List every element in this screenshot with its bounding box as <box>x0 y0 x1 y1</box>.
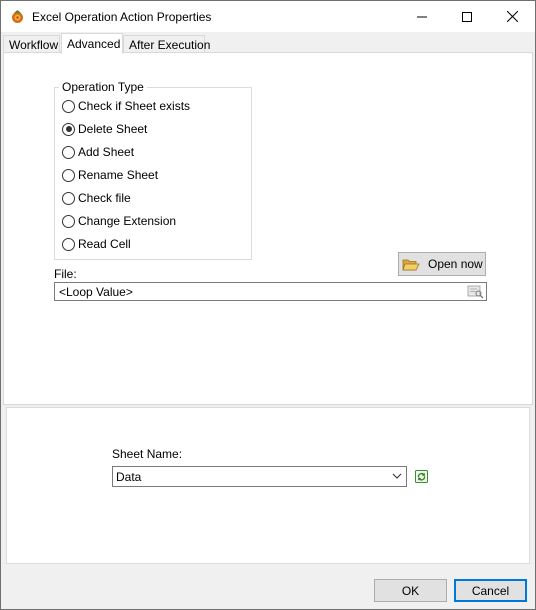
radio-button[interactable] <box>62 145 75 159</box>
file-value: <Loop Value> <box>59 285 133 299</box>
chevron-down-icon[interactable] <box>391 470 403 482</box>
refresh-icon[interactable] <box>414 469 429 484</box>
radio-button[interactable] <box>62 214 75 228</box>
file-input[interactable]: <Loop Value> <box>54 282 487 301</box>
title-bar[interactable]: Excel Operation Action Properties <box>1 1 535 32</box>
radio-label: Add Sheet <box>78 145 135 159</box>
tab-advanced[interactable]: Advanced <box>61 33 123 54</box>
operation-type-legend: Operation Type <box>59 80 147 94</box>
window-title: Excel Operation Action Properties <box>32 10 212 24</box>
radio-label: Delete Sheet <box>78 122 148 136</box>
open-now-button[interactable]: Open now <box>398 252 486 276</box>
radio-read-cell[interactable]: Read Cell <box>62 236 131 252</box>
tab-strip: Workflow Advanced After Execution <box>3 33 533 54</box>
close-button[interactable] <box>490 1 535 32</box>
radio-rename-sheet[interactable]: Rename Sheet <box>62 167 158 183</box>
app-icon <box>12 10 23 23</box>
minimize-icon <box>416 16 427 17</box>
radio-button[interactable] <box>62 99 75 113</box>
radio-label: Rename Sheet <box>78 168 159 182</box>
sheet-name-value: Data <box>116 470 142 484</box>
radio-add-sheet[interactable]: Add Sheet <box>62 144 134 160</box>
tab-after-execution[interactable]: After Execution <box>123 35 210 53</box>
sheet-name-dropdown[interactable]: Data <box>112 466 407 487</box>
radio-button[interactable] <box>62 191 75 205</box>
sheet-name-label: Sheet Name: <box>112 447 183 461</box>
folder-open-icon <box>402 259 420 270</box>
browse-icon[interactable] <box>467 284 484 299</box>
cancel-button[interactable]: Cancel <box>454 579 527 602</box>
radio-button-selected[interactable] <box>62 122 75 136</box>
radio-button[interactable] <box>62 168 75 182</box>
radio-button[interactable] <box>62 237 75 251</box>
tab-workflow[interactable]: Workflow <box>3 35 60 53</box>
close-icon <box>507 11 518 22</box>
radio-label: Check if Sheet exists <box>78 99 191 113</box>
radio-delete-sheet[interactable]: Delete Sheet <box>62 121 147 137</box>
radio-label: Check file <box>78 191 131 205</box>
radio-label: Read Cell <box>78 237 131 251</box>
file-label: File: <box>54 267 77 281</box>
radio-check-file[interactable]: Check file <box>62 190 131 206</box>
radio-change-extension[interactable]: Change Extension <box>62 213 176 229</box>
dialog-window: Excel Operation Action Properties Workfl… <box>0 0 536 610</box>
maximize-icon <box>461 11 472 22</box>
radio-check-if-sheet-exists[interactable]: Check if Sheet exists <box>62 98 190 114</box>
open-now-label: Open now <box>428 257 483 271</box>
minimize-button[interactable] <box>399 1 444 32</box>
ok-button[interactable]: OK <box>374 579 447 602</box>
maximize-button[interactable] <box>444 1 489 32</box>
radio-label: Change Extension <box>78 214 177 228</box>
